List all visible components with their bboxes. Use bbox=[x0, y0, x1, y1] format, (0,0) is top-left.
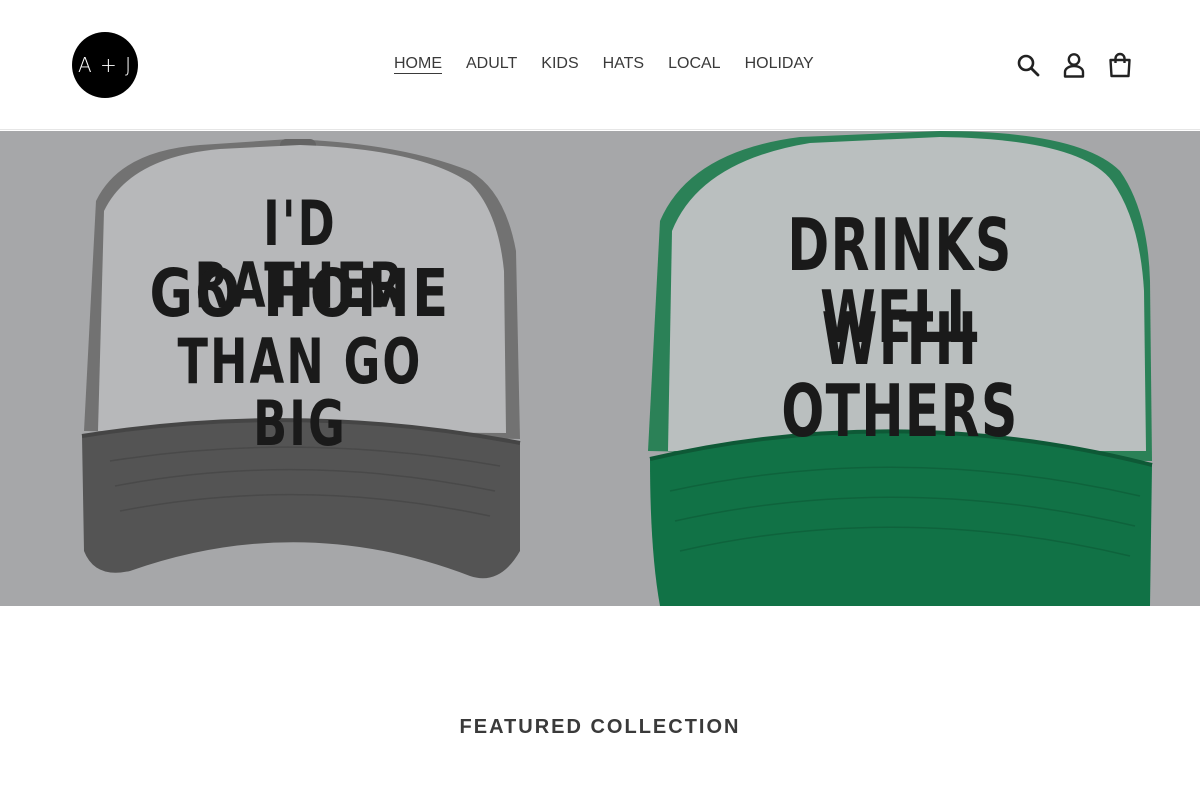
nav-item-adult[interactable]: ADULT bbox=[454, 52, 529, 76]
nav-item-kids[interactable]: KIDS bbox=[529, 52, 590, 76]
nav-item-holiday[interactable]: HOLIDAY bbox=[733, 52, 826, 76]
hat-left-line-3: THAN GO BIG bbox=[177, 325, 423, 460]
main-nav: HOME ADULT KIDS HATS LOCAL HOLIDAY bbox=[382, 52, 826, 76]
hero-banner[interactable]: I'D RATHER GO HOME THAN GO BIG DRINKS WE… bbox=[0, 131, 1200, 606]
hat-right-line-2: WITH OTHERS bbox=[781, 297, 1019, 453]
nav-item-hats[interactable]: HATS bbox=[591, 52, 656, 76]
featured-collection-title: FEATURED COLLECTION bbox=[459, 716, 741, 738]
header-icons bbox=[1014, 48, 1134, 82]
hat-left-line-2: GO HOME bbox=[149, 255, 451, 332]
cart-icon[interactable] bbox=[1106, 48, 1134, 82]
nav-item-home[interactable]: HOME bbox=[382, 52, 454, 76]
store-logo[interactable]: A + J bbox=[72, 32, 138, 98]
site-header: A + J HOME ADULT KIDS HATS LOCAL HOLIDAY bbox=[0, 0, 1200, 130]
nav-item-local[interactable]: LOCAL bbox=[656, 52, 732, 76]
logo-text: A + J bbox=[77, 53, 133, 77]
search-icon[interactable] bbox=[1014, 48, 1042, 82]
account-icon[interactable] bbox=[1060, 48, 1088, 82]
